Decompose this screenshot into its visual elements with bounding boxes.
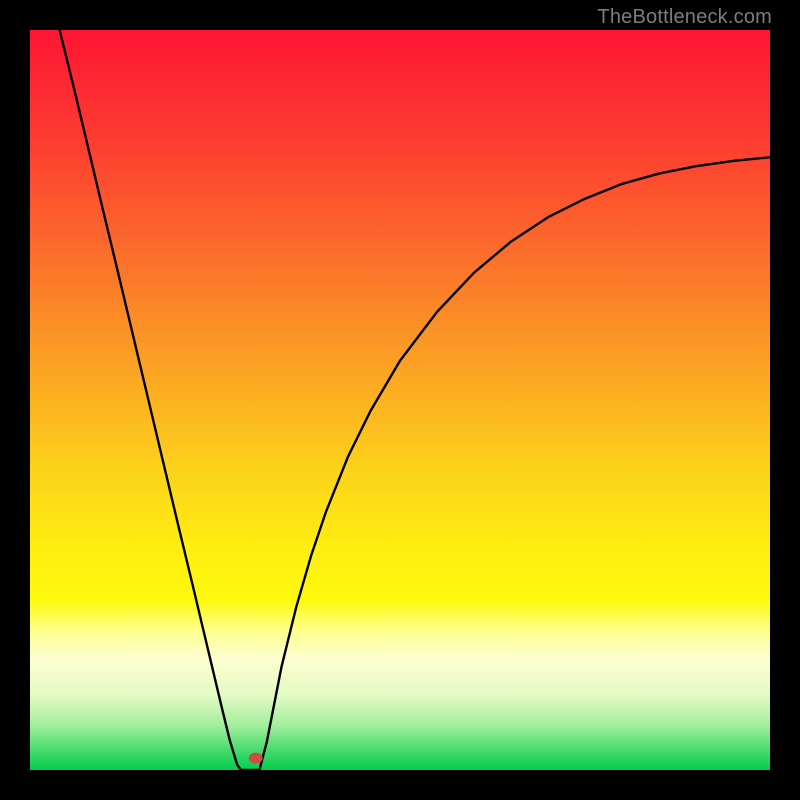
gradient-background — [30, 30, 770, 770]
optimal-point-marker — [249, 753, 263, 764]
chart-svg — [30, 30, 770, 770]
attribution-text: TheBottleneck.com — [597, 6, 772, 29]
plot-area — [30, 30, 770, 770]
chart-frame: TheBottleneck.com — [0, 0, 800, 800]
